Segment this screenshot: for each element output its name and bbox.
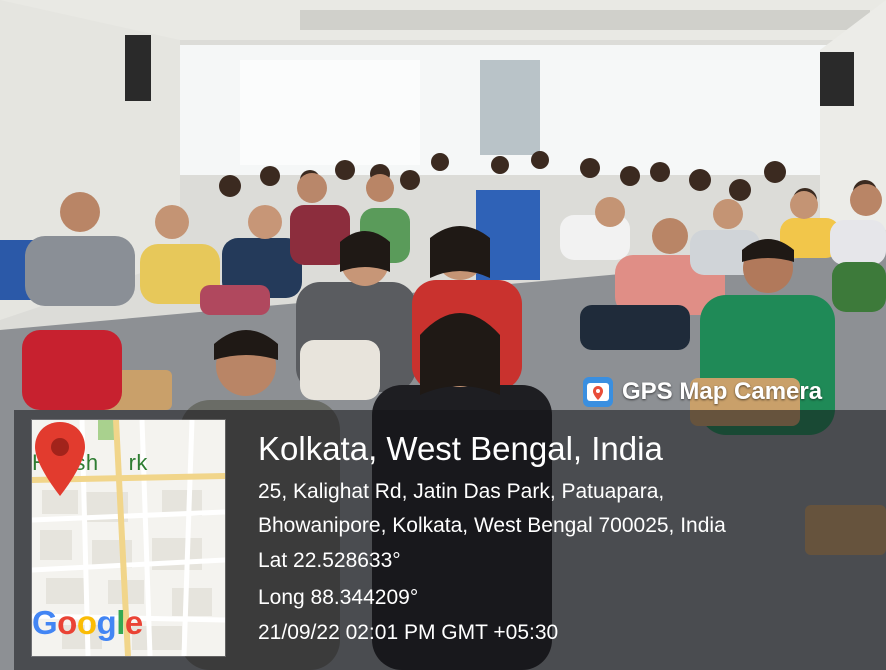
datetime-text: 21/09/22 02:01 PM GMT +05:30 [258,621,559,644]
gps-map-camera-badge: GPS Map Camera [582,376,822,408]
gps-map-camera-icon [583,377,613,407]
address-line-1: 25, Kalighat Rd, Jatin Das Park, Patuapa… [258,480,665,503]
google-logo: Google [32,604,143,641]
address-line-2: Bhowanipore, Kolkata, West Bengal 700025… [258,514,726,537]
city-title: Kolkata, West Bengal, India [258,430,663,467]
map-thumbnail: Harishrk Google [32,420,225,656]
location-pin-icon [35,422,85,496]
latitude-text: Lat 22.528633° [258,549,401,572]
longitude-text: Long 88.344209° [258,586,419,609]
app-title: GPS Map Camera [622,378,823,405]
